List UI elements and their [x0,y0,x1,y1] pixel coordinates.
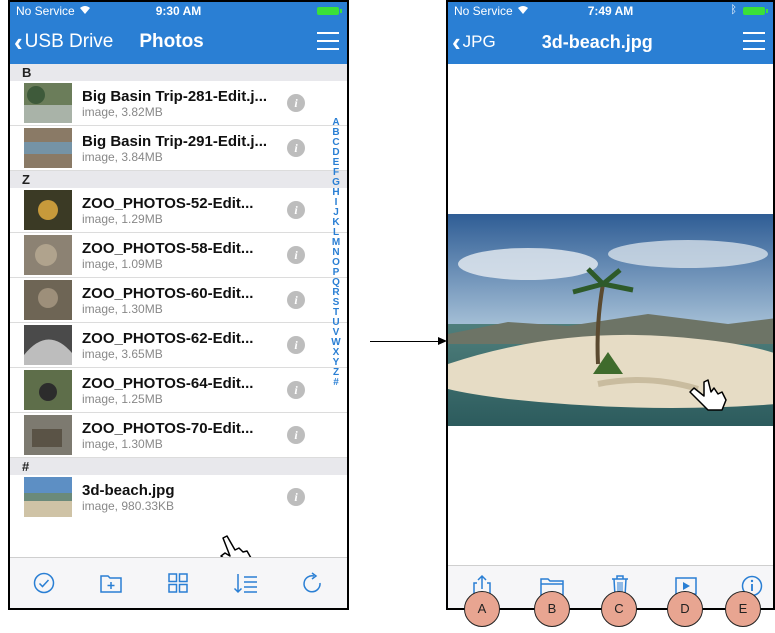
battery-icon [743,7,768,15]
thumbnail-image [24,415,72,455]
nav-bar: ‹ JPG 3d-beach.jpg [448,20,773,64]
thumbnail-image [24,235,72,275]
info-icon[interactable]: i [287,246,305,264]
status-time: 9:30 AM [155,4,202,18]
callout-c: C [601,591,637,627]
page-title: 3d-beach.jpg [541,31,653,52]
file-meta: image, 1.29MB [82,211,163,226]
file-meta: image, 1.25MB [82,391,163,406]
callout-d: D [667,591,703,627]
alphabet-index[interactable]: A B C D E F G H I J K L M N O P Q R S T U V W X Y Z # [329,118,343,388]
index-letter[interactable]: # [333,378,339,388]
list-item[interactable]: ZOO_PHOTOS-58-Edit... image, 1.09MB i [10,233,347,278]
new-folder-icon[interactable] [97,569,125,597]
battery-icon [317,7,342,15]
info-icon[interactable]: i [287,139,305,157]
info-icon[interactable]: i [287,426,305,444]
status-time: 7:49 AM [587,4,634,18]
thumbnail-image [24,325,72,365]
info-icon[interactable]: i [287,201,305,219]
status-bar: No Service 9:30 AM [10,2,347,20]
list-item[interactable]: 3d-beach.jpg image, 980.33KB i [10,475,347,519]
info-icon[interactable]: i [287,336,305,354]
list-item[interactable]: Big Basin Trip-291-Edit.j... image, 3.84M… [10,126,347,171]
section-header-b: B [10,64,347,81]
list-item[interactable]: ZOO_PHOTOS-52-Edit... image, 1.29MB i [10,188,347,233]
checkmark-circle-icon[interactable] [30,569,58,597]
file-name: ZOO_PHOTOS-70-Edit... [82,419,254,437]
info-icon[interactable]: i [287,291,305,309]
file-list: B Big Basin Trip-281-Edit.j... image, 3.8… [10,64,347,558]
back-label: USB Drive [24,31,114,52]
bluetooth-icon: ᛒ [730,4,737,16]
thumbnail-image [24,280,72,320]
file-name: ZOO_PHOTOS-52-Edit... [82,194,254,212]
callout-a: A [464,591,500,627]
bottom-toolbar [10,557,347,608]
list-item[interactable]: ZOO_PHOTOS-64-Edit... image, 1.25MB i [10,368,347,413]
file-meta: image, 3.84MB [82,149,163,164]
image-viewer-screen: No Service 7:49 AM ᛒ ‹ JPG 3d-beach.jpg [446,0,775,610]
list-item[interactable]: ZOO_PHOTOS-60-Edit... image, 1.30MB i [10,278,347,323]
info-icon[interactable]: i [287,488,305,506]
callout-e: E [725,591,761,627]
file-meta: image, 1.30MB [82,301,163,316]
status-bar: No Service 7:49 AM ᛒ [448,2,773,20]
hand-cursor-icon [689,379,727,411]
sort-icon[interactable] [232,569,260,597]
menu-icon[interactable] [317,32,339,50]
file-name: 3d-beach.jpg [82,481,175,499]
file-name: ZOO_PHOTOS-62-Edit... [82,329,254,347]
chevron-left-icon: ‹ [452,27,461,57]
file-name: ZOO_PHOTOS-64-Edit... [82,374,254,392]
list-item[interactable]: Big Basin Trip-281-Edit.j... image, 3.82M… [10,81,347,126]
section-header-hash: # [10,458,347,475]
thumbnail-image [24,370,72,410]
thumbnail-image [24,83,72,123]
grid-view-icon[interactable] [164,569,192,597]
chevron-left-icon: ‹ [14,27,23,57]
file-name: Big Basin Trip-291-Edit.j... [82,132,268,150]
file-meta: image, 3.65MB [82,346,163,361]
thumbnail-image [24,190,72,230]
section-header-z: Z [10,171,347,188]
transition-arrow [370,341,440,342]
photos-list-screen: No Service 9:30 AM ‹ USB Drive Photos B … [8,0,349,610]
file-name: ZOO_PHOTOS-60-Edit... [82,284,254,302]
file-name: Big Basin Trip-281-Edit.j... [82,87,268,105]
file-name: ZOO_PHOTOS-58-Edit... [82,239,254,257]
file-meta: image, 1.09MB [82,256,163,271]
info-icon[interactable]: i [287,381,305,399]
refresh-icon[interactable] [299,569,327,597]
nav-bar: ‹ USB Drive Photos [10,20,347,64]
back-button[interactable]: ‹ USB Drive [10,29,113,55]
menu-icon[interactable] [743,32,765,50]
back-button[interactable]: ‹ JPG [448,29,496,55]
file-meta: image, 1.30MB [82,436,163,451]
callout-b: B [534,591,570,627]
thumbnail-image [24,128,72,168]
info-icon[interactable]: i [287,94,305,112]
thumbnail-image [24,477,72,517]
file-meta: image, 980.33KB [82,498,175,513]
back-label: JPG [462,32,496,51]
list-item[interactable]: ZOO_PHOTOS-70-Edit... image, 1.30MB i [10,413,347,458]
page-title: Photos [139,31,204,52]
file-meta: image, 3.82MB [82,104,163,119]
list-item[interactable]: ZOO_PHOTOS-62-Edit... image, 3.65MB i [10,323,347,368]
